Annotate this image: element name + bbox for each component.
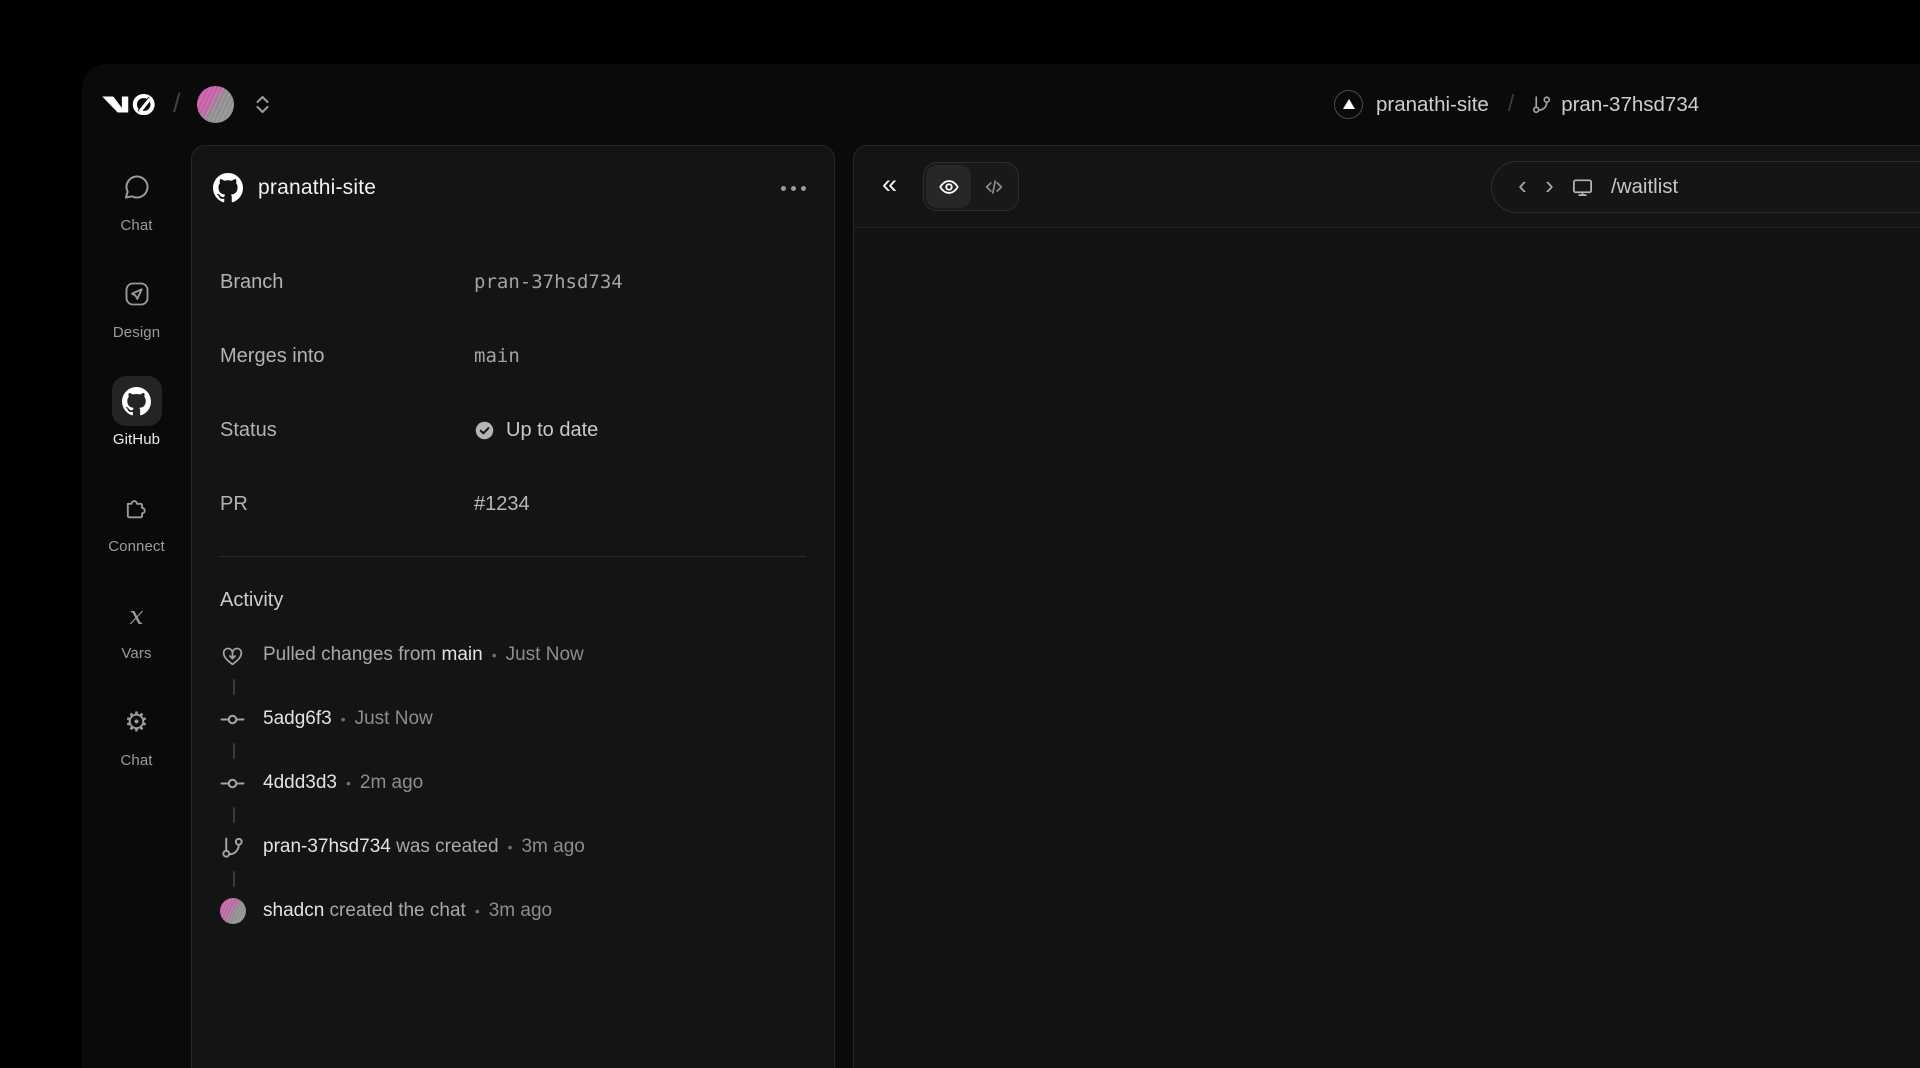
- monitor-icon[interactable]: [1571, 176, 1594, 199]
- field-row: Merges intomain: [220, 319, 806, 393]
- sidebar-item-chat[interactable]: Chat: [112, 162, 162, 234]
- user-avatar: [220, 898, 246, 924]
- timeline-connector: [220, 670, 806, 704]
- code-icon: [983, 176, 1005, 198]
- github-panel-header: pranathi-site: [192, 146, 834, 230]
- commit-icon: [220, 707, 250, 732]
- sidebar-item-label: Connect: [108, 538, 165, 555]
- activity-text: 4ddd3d3•2m ago: [263, 772, 423, 794]
- activity-text: Pulled changes from main•Just Now: [263, 644, 584, 666]
- preview-mode-toggle: [923, 162, 1019, 211]
- puzzle-icon: [111, 483, 161, 533]
- commit-icon: [220, 771, 250, 796]
- topbar-separator: /: [173, 88, 181, 119]
- timeline-connector: [220, 734, 806, 768]
- sidebar-item-label: Chat: [120, 752, 152, 769]
- activity-heading: Activity: [220, 589, 806, 612]
- sidebar: Chat Design GitHub Connect x Vars ⚙ Chat: [82, 145, 191, 1068]
- field-row: Branchpran-37hsd734: [220, 245, 806, 319]
- chevron-up-down-icon: [254, 93, 271, 116]
- timeline-connector: [220, 862, 806, 896]
- field-label: Merges into: [220, 345, 474, 368]
- github-panel: pranathi-site Branchpran-37hsd734Merges …: [191, 145, 835, 1068]
- activity-item: 5adg6f3•Just Now: [220, 704, 806, 734]
- field-value: pran-37hsd734: [474, 271, 806, 293]
- preview-header: « ‹ › /waitlist: [854, 146, 1920, 228]
- field-value: #1234: [474, 493, 806, 516]
- activity-item: Pulled changes from main•Just Now: [220, 640, 806, 670]
- url-bar[interactable]: ‹ › /waitlist: [1491, 161, 1920, 213]
- field-row: Status Up to date: [220, 393, 806, 467]
- vars-icon: x: [112, 590, 162, 640]
- activity-timestamp: 3m ago: [521, 836, 584, 857]
- dot: [781, 186, 786, 191]
- activity-text: shadcn created the chat•3m ago: [263, 900, 552, 922]
- field-row: PR#1234: [220, 467, 806, 541]
- field-label: PR: [220, 493, 474, 516]
- field-label: Status: [220, 419, 474, 442]
- sidebar-item-vars[interactable]: x Vars: [112, 590, 162, 662]
- sidebar-item-design[interactable]: Design: [112, 269, 162, 341]
- activity-item: shadcn created the chat•3m ago: [220, 896, 806, 926]
- field-label: Branch: [220, 271, 474, 294]
- activity-timestamp: 3m ago: [489, 900, 552, 921]
- github-icon: [213, 173, 243, 203]
- github-icon: [112, 376, 162, 426]
- activity-timestamp: 2m ago: [360, 772, 423, 793]
- v0-logo-icon[interactable]: [101, 91, 155, 118]
- activity-timeline: Pulled changes from main•Just Now 5adg6f3…: [220, 640, 806, 926]
- field-value: main: [474, 345, 806, 367]
- branch-info-table: Branchpran-37hsd734Merges intomainStatus…: [220, 245, 806, 541]
- preview-toggle-eye[interactable]: [926, 165, 971, 208]
- sidebar-item-label: GitHub: [113, 431, 160, 448]
- design-icon: [112, 269, 162, 319]
- status-text: Up to date: [506, 419, 598, 442]
- url-path[interactable]: /waitlist: [1611, 175, 1678, 199]
- breadcrumb-branch[interactable]: pran-37hsd734: [1561, 93, 1699, 117]
- git-branch-icon: [1531, 94, 1552, 115]
- preview-viewport: [854, 228, 1920, 1068]
- sidebar-item-label: Design: [113, 324, 160, 341]
- breadcrumb-project[interactable]: pranathi-site: [1376, 93, 1489, 117]
- more-menu-button[interactable]: [779, 180, 808, 197]
- dot: [801, 186, 806, 191]
- sidebar-item-github[interactable]: GitHub: [112, 376, 162, 448]
- activity-item: pran-37hsd734 was created•3m ago: [220, 832, 806, 862]
- sidebar-item-chat[interactable]: ⚙ Chat: [112, 697, 162, 769]
- field-value: Up to date: [474, 419, 806, 442]
- sidebar-item-label: Chat: [120, 217, 152, 234]
- workspace-switcher: /: [101, 86, 271, 123]
- content-area: Chat Design GitHub Connect x Vars ⚙ Chat pranat…: [82, 145, 1920, 1068]
- activity-timestamp: Just Now: [355, 708, 433, 729]
- breadcrumb-separator: /: [1508, 90, 1514, 117]
- preview-toggle-code[interactable]: [971, 165, 1016, 208]
- gear-icon: ⚙: [112, 697, 162, 747]
- timeline-connector: [220, 798, 806, 832]
- back-button[interactable]: ‹: [1509, 172, 1536, 198]
- chat-icon: [112, 162, 162, 212]
- user-avatar[interactable]: [197, 86, 234, 123]
- dot: [791, 186, 796, 191]
- activity-timestamp: Just Now: [506, 644, 584, 665]
- eye-icon: [938, 176, 960, 198]
- project-selector-button[interactable]: [254, 93, 271, 116]
- panel-title: pranathi-site: [258, 176, 376, 200]
- sidebar-item-label: Vars: [121, 645, 151, 662]
- preview-panel: « ‹ › /waitlist: [853, 145, 1920, 1068]
- activity-text: 5adg6f3•Just Now: [263, 708, 433, 730]
- top-bar: / pranathi-site / pran-37hsd734: [82, 64, 1920, 145]
- breadcrumb: pranathi-site / pran-37hsd734: [1334, 64, 1699, 145]
- collapse-panel-button[interactable]: «: [880, 171, 899, 198]
- check-circle-icon: [474, 420, 495, 441]
- vercel-icon[interactable]: [1334, 90, 1363, 119]
- activity-item: 4ddd3d3•2m ago: [220, 768, 806, 798]
- app-window: / pranathi-site / pran-37hsd734 Chat Desi…: [82, 64, 1920, 1068]
- git-branch-icon: [220, 835, 250, 860]
- forward-button[interactable]: ›: [1536, 172, 1563, 198]
- git-pull-icon: [220, 643, 250, 668]
- sidebar-item-connect[interactable]: Connect: [108, 483, 165, 555]
- divider: [220, 556, 806, 557]
- activity-text: pran-37hsd734 was created•3m ago: [263, 836, 585, 858]
